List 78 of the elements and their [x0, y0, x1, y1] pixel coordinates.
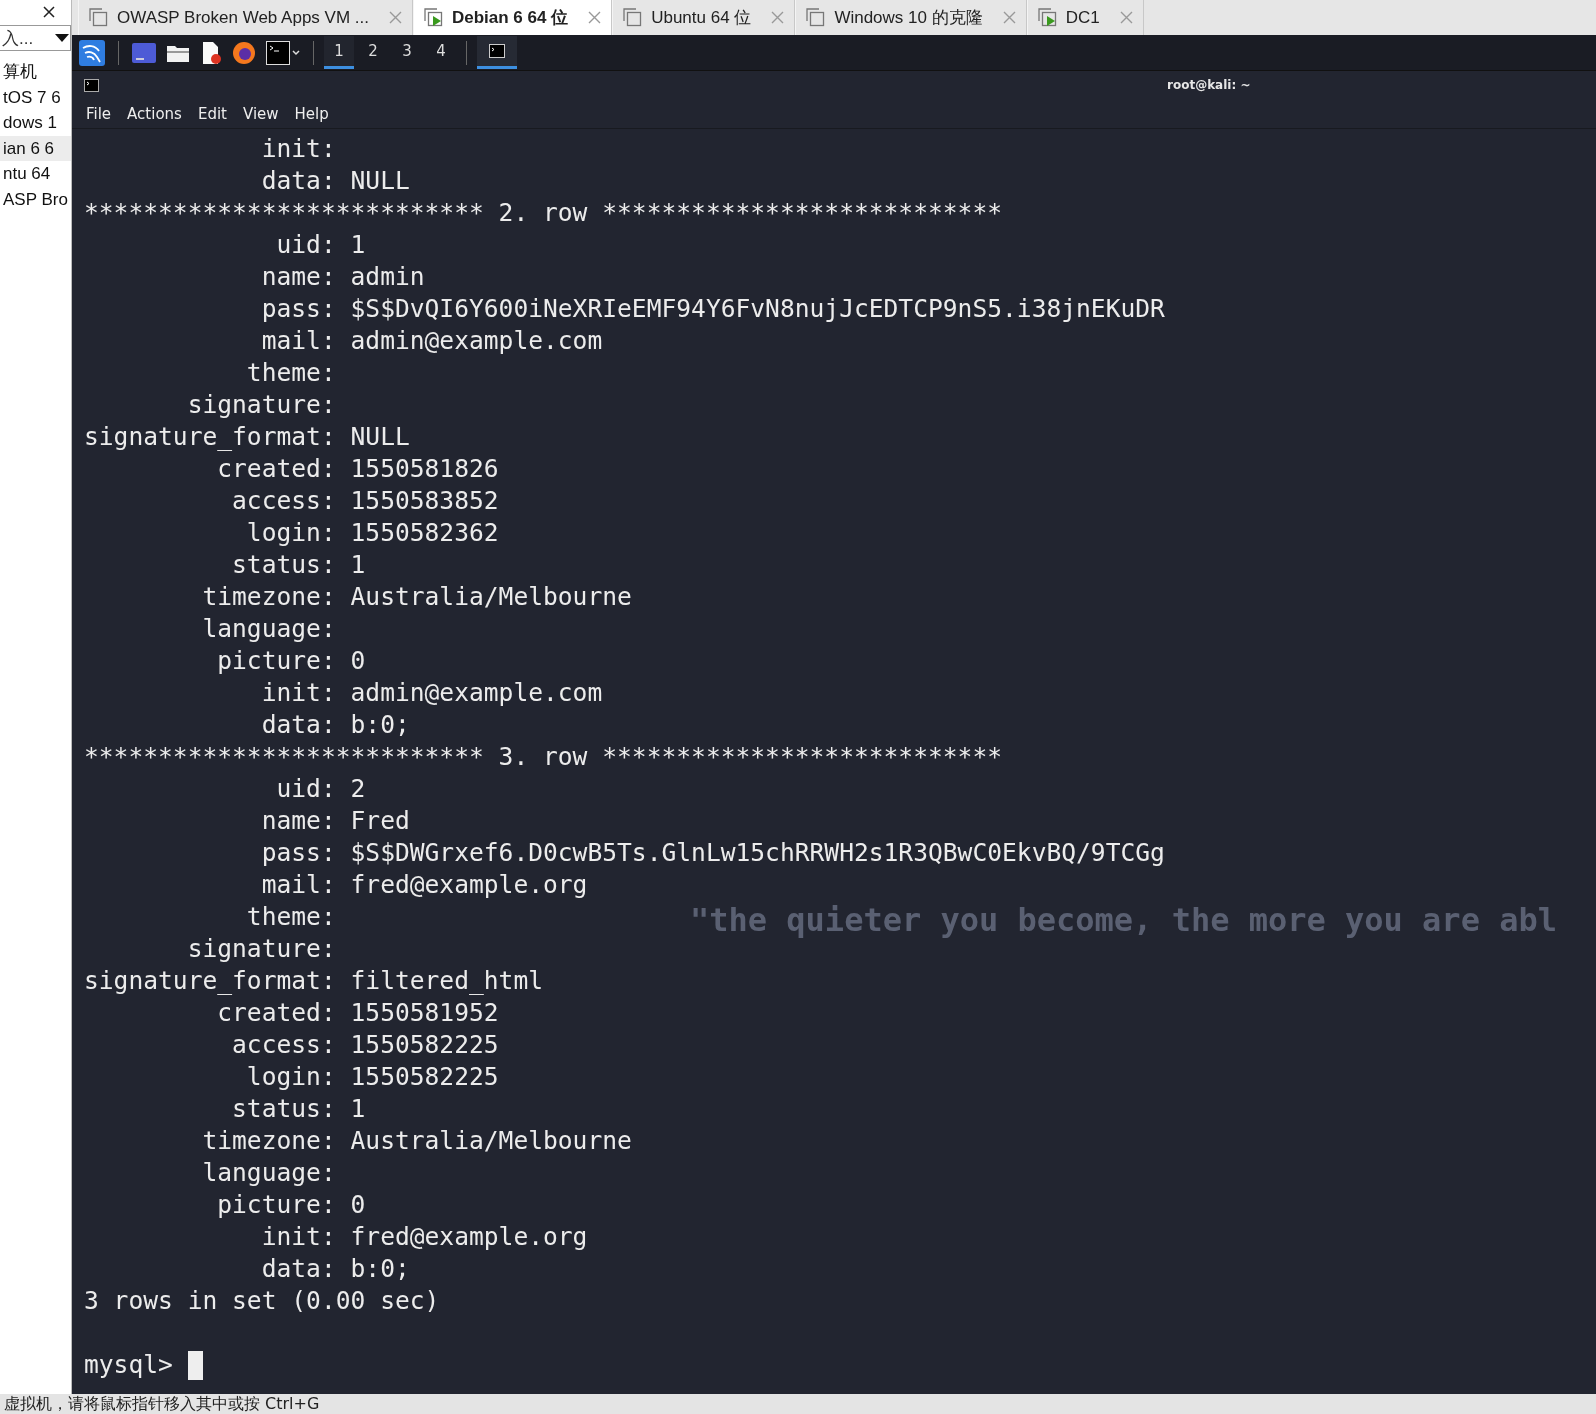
workspace-button[interactable]: 4	[426, 36, 456, 69]
menu-item[interactable]: Actions	[121, 102, 188, 125]
browser-icon[interactable]	[232, 40, 256, 65]
record-field-line: pass: $S$DWGrxef6.D0cwB5Ts.GlnLw15chRRWH2s1R3QBwC0EkvBQ/9TCGg	[260, 837, 1165, 869]
record-field-line: timezone: Australia/Melbourne	[201, 1125, 632, 1157]
terminal-icon	[489, 44, 505, 58]
vm-icon	[806, 7, 827, 28]
record-field-line: created: 1550581826	[216, 453, 499, 485]
vm-icon	[623, 7, 644, 28]
library-item[interactable]: dows 1	[0, 110, 71, 136]
record-field-line: created: 1550581952	[216, 997, 499, 1029]
record-field-line: data: b:0;	[260, 709, 410, 741]
vm-tab[interactable]: Debian 6 64 位	[412, 0, 613, 35]
vm-tab[interactable]: DC1	[1026, 0, 1144, 35]
menu-item[interactable]: Help	[288, 102, 335, 125]
terminal-icon	[84, 78, 99, 92]
record-field-line: login: 1550582362	[245, 517, 499, 549]
vm-tab[interactable]: Ubuntu 64 位	[612, 0, 796, 35]
document-icon[interactable]	[200, 40, 222, 65]
desktop-icon[interactable]	[132, 42, 156, 63]
record-field-line: data: NULL	[260, 165, 410, 197]
terminal-icon[interactable]	[266, 40, 300, 65]
wallpaper-slogan: "the quieter you become, the more you are abl	[690, 901, 1557, 939]
record-field-line: name: Fred	[260, 805, 410, 837]
record-field-line: language:	[201, 613, 336, 645]
menu-item[interactable]: Edit	[191, 102, 233, 125]
vm-tab[interactable]: OWASP Broken Web Apps VM ...	[78, 0, 413, 35]
record-field-line: name: admin	[260, 261, 425, 293]
record-field-line: mail: fred@example.org	[260, 869, 588, 901]
record-field-line: status: 1	[231, 549, 366, 581]
record-field-line: theme:	[245, 901, 336, 933]
record-field-line: timezone: Australia/Melbourne	[201, 581, 632, 613]
record-field-line: uid: 2	[275, 773, 366, 805]
record-field-line: init: fred@example.org	[260, 1221, 588, 1253]
menu-item[interactable]: File	[80, 102, 118, 125]
record-field-line: init: admin@example.com	[260, 677, 603, 709]
record-field-line: picture: 0	[216, 645, 366, 677]
record-field-line: login: 1550582225	[245, 1061, 499, 1093]
record-field-line: pass: $S$DvQI6Y600iNeXRIeEMF94Y6FvN8nujJcEDTCP9nS5.i38jnEKuDR	[260, 293, 1165, 325]
library-item[interactable]: ian 6 6	[0, 135, 71, 161]
result-summary: 3 rows in set (0.00 sec)	[84, 1285, 440, 1317]
record-field-line: signature_format: filtered_html	[84, 965, 543, 997]
record-field-line: init:	[260, 133, 336, 165]
menu-item[interactable]: View	[236, 102, 285, 125]
vm-icon	[89, 7, 109, 28]
window-title: root@kali: ~	[1167, 78, 1251, 92]
row-separator-line: *************************** 2. row ***************************	[84, 197, 1002, 229]
running-vm-icon	[1037, 7, 1058, 28]
library-search-field[interactable]: 入...	[0, 25, 71, 51]
record-field-line: theme:	[245, 357, 336, 389]
record-field-line: signature:	[186, 933, 336, 965]
library-item[interactable]: tOS 7 6	[0, 84, 71, 110]
record-field-line: data: b:0;	[260, 1253, 410, 1285]
record-field-line: signature_format: NULL	[84, 421, 410, 453]
status-message: 虚拟机，请将鼠标指针移入其中或按 Ctrl+G	[0, 1394, 1596, 1414]
record-field-line: language:	[201, 1157, 336, 1189]
row-separator-line: *************************** 3. row ***************************	[84, 741, 1002, 773]
vm-tab[interactable]: Windows 10 的克隆	[795, 0, 1027, 35]
record-field-line: access: 1550583852	[231, 485, 499, 517]
record-field-line: picture: 0	[216, 1189, 366, 1221]
close-icon[interactable]	[588, 11, 602, 24]
window-button[interactable]	[477, 36, 517, 69]
text-cursor	[187, 1350, 203, 1380]
running-vm-icon	[423, 7, 444, 28]
dragon-logo-icon[interactable]	[79, 39, 105, 66]
record-field-line: signature:	[186, 389, 336, 421]
library-item[interactable]: ASP Bro	[0, 186, 71, 212]
record-field-line: uid: 1	[275, 229, 366, 261]
workspace-button[interactable]: 2	[358, 36, 388, 69]
record-field-line: status: 1	[231, 1093, 366, 1125]
record-field-line: access: 1550582225	[231, 1029, 499, 1061]
command-prompt: mysql>	[84, 1349, 173, 1381]
workspace-button[interactable]: 3	[392, 36, 422, 69]
record-field-line: mail: admin@example.com	[260, 325, 603, 357]
workspace-button[interactable]: 1	[324, 36, 354, 69]
library-item[interactable]: ntu 64	[0, 161, 71, 187]
library-item[interactable]: 算机	[0, 59, 71, 85]
dropdown-arrow-icon	[54, 33, 70, 43]
